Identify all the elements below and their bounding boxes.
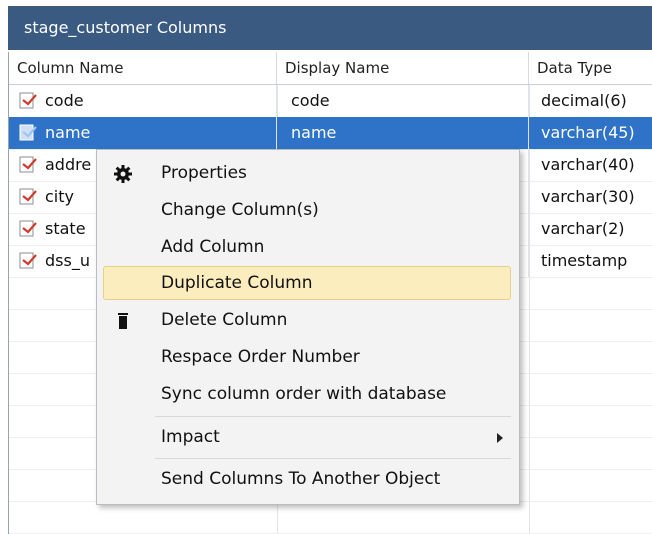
menu-item-delete-column[interactable]: Delete Column [97, 303, 519, 337]
cell-data-type: timestamp [541, 251, 628, 270]
menu-separator [155, 458, 511, 459]
menu-item-label: Send Columns To Another Object [161, 469, 441, 489]
menu-item-label: Impact [161, 427, 220, 447]
cell-display-name: name [277, 117, 529, 149]
cell-data-type: decimal(6) [541, 91, 627, 110]
menu-item-label: Add Column [161, 237, 265, 257]
menu-item-label: Properties [161, 163, 247, 183]
columns-window: stage_customer Columns Column Name Displ… [0, 0, 652, 534]
cell-column-name: name [9, 117, 277, 149]
window-title-bar: stage_customer Columns [8, 6, 652, 50]
menu-item-send-columns[interactable]: Send Columns To Another Object [97, 462, 519, 496]
cell-column-name: code [9, 85, 277, 117]
menu-item-label: Delete Column [161, 310, 288, 330]
cell-data-type: varchar(45) [541, 123, 635, 142]
menu-item-label: Respace Order Number [161, 347, 360, 367]
cell-data-type: varchar(2) [541, 219, 625, 238]
menu-item-label: Duplicate Column [161, 273, 313, 293]
menu-separator [155, 416, 511, 417]
menu-item-add-column[interactable]: Add Column [97, 230, 519, 264]
cell-display-name: code [277, 85, 529, 117]
menu-item-label: Change Column(s) [161, 200, 319, 220]
gear-icon [114, 165, 132, 183]
menu-item-label: Sync column order with database [161, 384, 447, 404]
menu-item-impact[interactable]: Impact [97, 420, 519, 454]
window-title: stage_customer Columns [24, 18, 227, 37]
submenu-arrow-icon [497, 433, 503, 443]
context-menu: Properties Change Column(s) Add Column D… [96, 149, 520, 505]
cell-data-type: varchar(30) [541, 187, 635, 206]
menu-item-sync-column-order[interactable]: Sync column order with database [97, 377, 519, 411]
empty-row [9, 501, 652, 534]
header-data-type[interactable]: Data Type [529, 52, 652, 84]
header-column-name[interactable]: Column Name [9, 52, 277, 84]
menu-item-respace-order[interactable]: Respace Order Number [97, 340, 519, 374]
cell-data-type: varchar(40) [541, 155, 635, 174]
header-display-name[interactable]: Display Name [277, 52, 529, 84]
table-row[interactable]: code code decimal(6) [9, 85, 652, 118]
menu-item-properties[interactable]: Properties [97, 156, 519, 190]
table-row-selected[interactable]: name name varchar(45) [9, 117, 652, 150]
menu-item-change-columns[interactable]: Change Column(s) [97, 193, 519, 227]
grid-header: Column Name Display Name Data Type [9, 52, 652, 85]
menu-item-duplicate-column[interactable]: Duplicate Column [97, 266, 519, 300]
trash-icon [118, 313, 128, 329]
